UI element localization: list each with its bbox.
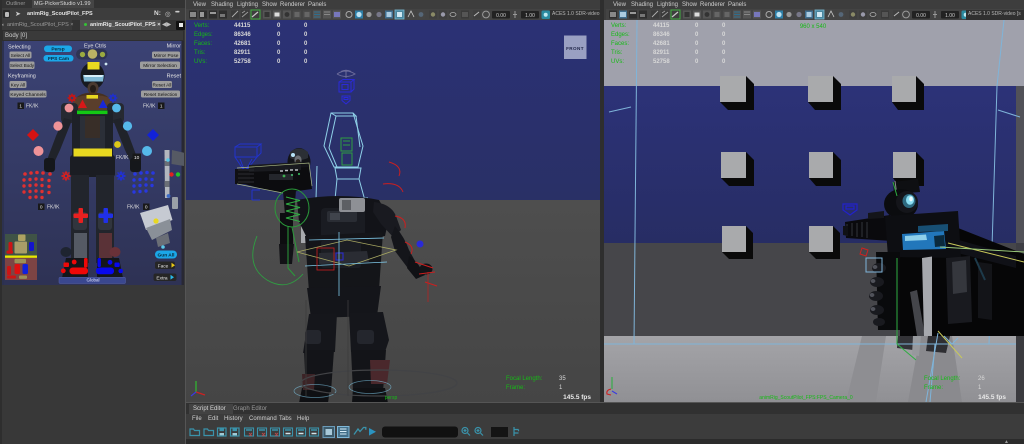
svg-text:0: 0 — [145, 205, 148, 211]
svg-text:82911: 82911 — [653, 50, 670, 56]
svg-text:1: 1 — [19, 104, 22, 110]
svg-text:FK/IK: FK/IK — [127, 205, 140, 211]
svg-text:UVs:: UVs: — [194, 59, 207, 65]
svg-text:Persp: Persp — [51, 47, 64, 53]
svg-text:FK/IK: FK/IK — [26, 104, 39, 110]
svg-text:86346: 86346 — [234, 32, 251, 38]
svg-text:Selecting: Selecting — [8, 45, 31, 51]
svg-text:Verts:: Verts: — [611, 23, 627, 29]
svg-text:26: 26 — [978, 376, 985, 382]
svg-text:Keyed Channels: Keyed Channels — [10, 92, 46, 98]
svg-text:Keyframing: Keyframing — [8, 74, 36, 80]
svg-text:Select Body: Select Body — [10, 63, 35, 68]
svg-text:42681: 42681 — [234, 41, 251, 47]
svg-text:Edges:: Edges: — [194, 32, 213, 38]
svg-text:Mirror Selection: Mirror Selection — [143, 63, 177, 69]
svg-text:86346: 86346 — [653, 32, 670, 38]
svg-text:Reset Selection: Reset Selection — [144, 92, 178, 98]
svg-text:0.00: 0.00 — [916, 13, 926, 19]
svg-text:Focal Length:: Focal Length: — [924, 376, 961, 382]
svg-text:Focal Length:: Focal Length: — [506, 376, 543, 382]
svg-text:42681: 42681 — [653, 41, 670, 47]
svg-text:0: 0 — [40, 205, 43, 211]
svg-text:Reset: Reset — [167, 74, 182, 80]
svg-text:Frame:: Frame: — [924, 385, 943, 391]
svg-text:Verts:: Verts: — [194, 23, 210, 29]
svg-text:UVs:: UVs: — [611, 59, 624, 65]
svg-text:FRONT: FRONT — [566, 46, 584, 51]
svg-text:82911: 82911 — [234, 50, 251, 56]
svg-text:0.00: 0.00 — [496, 13, 506, 19]
svg-text:Extra: Extra — [156, 275, 168, 281]
svg-text:Select All: Select All — [11, 53, 31, 59]
svg-text:52758: 52758 — [653, 59, 670, 65]
svg-text:FK/IK: FK/IK — [143, 104, 156, 110]
svg-text:FK/IK: FK/IK — [116, 155, 129, 161]
svg-text:52758: 52758 — [234, 59, 251, 65]
svg-text:Gun All: Gun All — [158, 253, 175, 259]
svg-text:animRig_ScoutPilot_FPS:FPS_Cam: animRig_ScoutPilot_FPS:FPS_Camera_0 — [759, 395, 853, 401]
svg-text:Faces:: Faces: — [194, 41, 212, 47]
svg-text:Reset All: Reset All — [153, 83, 172, 89]
svg-text:Tris:: Tris: — [194, 50, 206, 56]
svg-text:Mirror Pose: Mirror Pose — [154, 53, 179, 59]
svg-text:Mirror: Mirror — [167, 44, 182, 50]
svg-text:960 x 540: 960 x 540 — [800, 24, 827, 30]
svg-text:Tris:: Tris: — [611, 50, 623, 56]
svg-text:1.00: 1.00 — [945, 13, 955, 19]
svg-text:FK/IK: FK/IK — [47, 205, 60, 211]
svg-text:persp: persp — [385, 395, 398, 401]
svg-text:44115: 44115 — [653, 23, 670, 29]
svg-text:1.00: 1.00 — [525, 13, 535, 19]
svg-text:Face: Face — [158, 263, 169, 269]
svg-text:Global: Global — [86, 278, 99, 283]
svg-text:10: 10 — [134, 155, 140, 161]
svg-text:1: 1 — [160, 104, 163, 110]
svg-text:Eye Ctrls: Eye Ctrls — [84, 44, 107, 50]
svg-text:44115: 44115 — [234, 23, 251, 29]
svg-text:Key All: Key All — [11, 83, 26, 89]
svg-text:FPS Cam: FPS Cam — [48, 56, 69, 62]
svg-text:Edges:: Edges: — [611, 32, 630, 38]
svg-text:Frame:: Frame: — [506, 385, 525, 391]
svg-text:Faces:: Faces: — [611, 41, 629, 47]
svg-text:35: 35 — [559, 376, 566, 382]
svg-text:145.5 fps: 145.5 fps — [978, 394, 1006, 401]
svg-text:145.5 fps: 145.5 fps — [563, 394, 591, 401]
